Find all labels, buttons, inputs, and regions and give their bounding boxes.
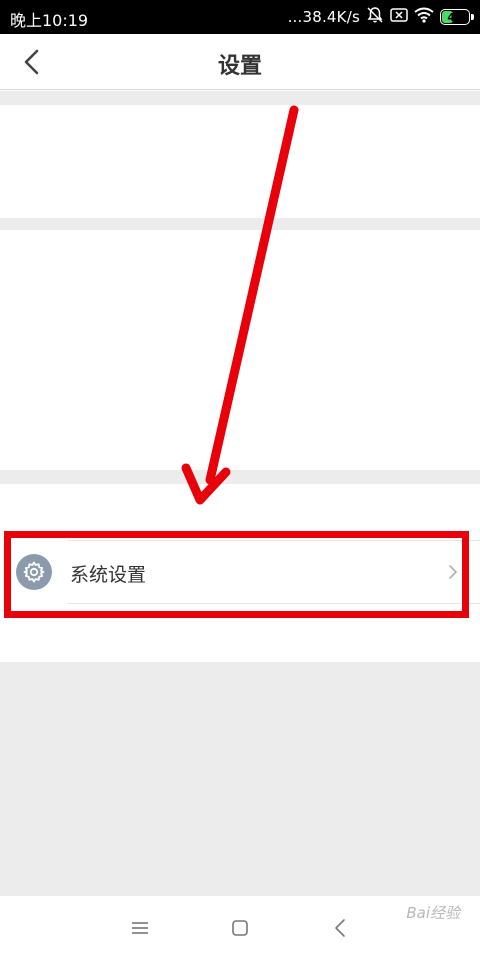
battery-level: 43 — [447, 10, 463, 24]
settings-section-1 — [0, 105, 480, 218]
wifi-icon — [414, 7, 434, 27]
status-bar: 晚上10:19 ...38.4K/s 43 — [0, 0, 480, 34]
triangle-back-icon — [335, 919, 345, 937]
nav-back-button[interactable] — [320, 910, 360, 946]
nav-menu-button[interactable] — [120, 910, 160, 946]
battery-icon: 43 — [440, 9, 474, 25]
baidu-jingyan-watermark: Bai经验 — [406, 904, 460, 922]
section-gap — [0, 470, 480, 484]
annotation-highlight-box — [4, 531, 469, 618]
section-gap — [0, 218, 480, 230]
title-bar: 设置 — [0, 34, 480, 90]
bell-off-icon — [366, 6, 384, 28]
sim-x-icon — [390, 7, 408, 27]
square-home-icon — [232, 920, 248, 936]
menu-icon — [132, 922, 148, 934]
nav-home-button[interactable] — [220, 910, 260, 946]
status-time: 晚上10:19 — [10, 11, 89, 30]
page-title: 设置 — [217, 54, 262, 79]
settings-section-2 — [0, 230, 480, 470]
status-icons: ...38.4K/s 43 — [287, 6, 474, 28]
section-gap — [0, 91, 480, 105]
empty-area — [0, 662, 480, 896]
network-speed: ...38.4K/s — [287, 8, 360, 26]
